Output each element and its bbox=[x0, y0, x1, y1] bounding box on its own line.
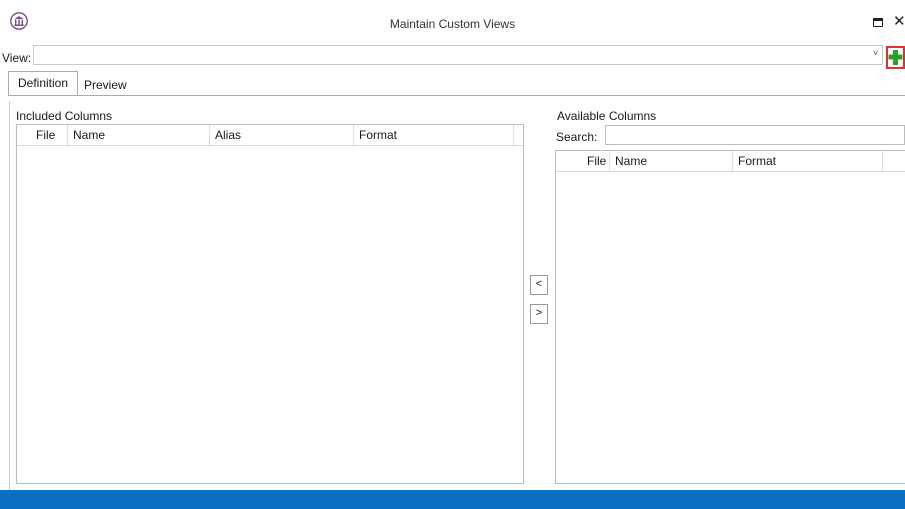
included-columns-grid[interactable]: File Name Alias Format bbox=[16, 124, 524, 484]
available-columns-label: Available Columns bbox=[557, 109, 657, 123]
maximize-icon[interactable] bbox=[873, 18, 883, 27]
status-bar bbox=[0, 490, 905, 509]
view-select[interactable] bbox=[33, 45, 883, 65]
column-header-alias[interactable]: Alias bbox=[215, 128, 241, 142]
chevron-down-icon[interactable]: ˅ bbox=[873, 48, 878, 58]
search-label: Search: bbox=[556, 130, 598, 144]
column-header-file[interactable]: File bbox=[36, 128, 55, 142]
column-header-file[interactable]: File bbox=[587, 154, 606, 168]
tab-divider bbox=[8, 95, 905, 96]
tab-preview[interactable]: Preview bbox=[84, 77, 127, 93]
column-header-format[interactable]: Format bbox=[738, 154, 776, 168]
green-plus-icon bbox=[888, 50, 903, 65]
search-input[interactable] bbox=[605, 125, 905, 145]
available-columns-grid[interactable]: File Name Format bbox=[555, 150, 905, 484]
window-title: Maintain Custom Views bbox=[389, 17, 516, 31]
column-header-name[interactable]: Name bbox=[73, 128, 105, 142]
add-view-button[interactable] bbox=[886, 46, 905, 69]
column-header-name[interactable]: Name bbox=[615, 154, 647, 168]
view-label: View: bbox=[2, 51, 32, 65]
tab-definition[interactable]: Definition bbox=[8, 71, 78, 95]
grid-header: File Name Format bbox=[556, 151, 905, 172]
move-left-button[interactable]: < bbox=[530, 275, 548, 295]
included-columns-label: Included Columns bbox=[16, 109, 113, 123]
column-header-format[interactable]: Format bbox=[359, 128, 397, 142]
grid-header: File Name Alias Format bbox=[17, 125, 523, 146]
close-icon[interactable]: ✕ bbox=[893, 13, 905, 31]
move-right-button[interactable]: > bbox=[530, 304, 548, 324]
